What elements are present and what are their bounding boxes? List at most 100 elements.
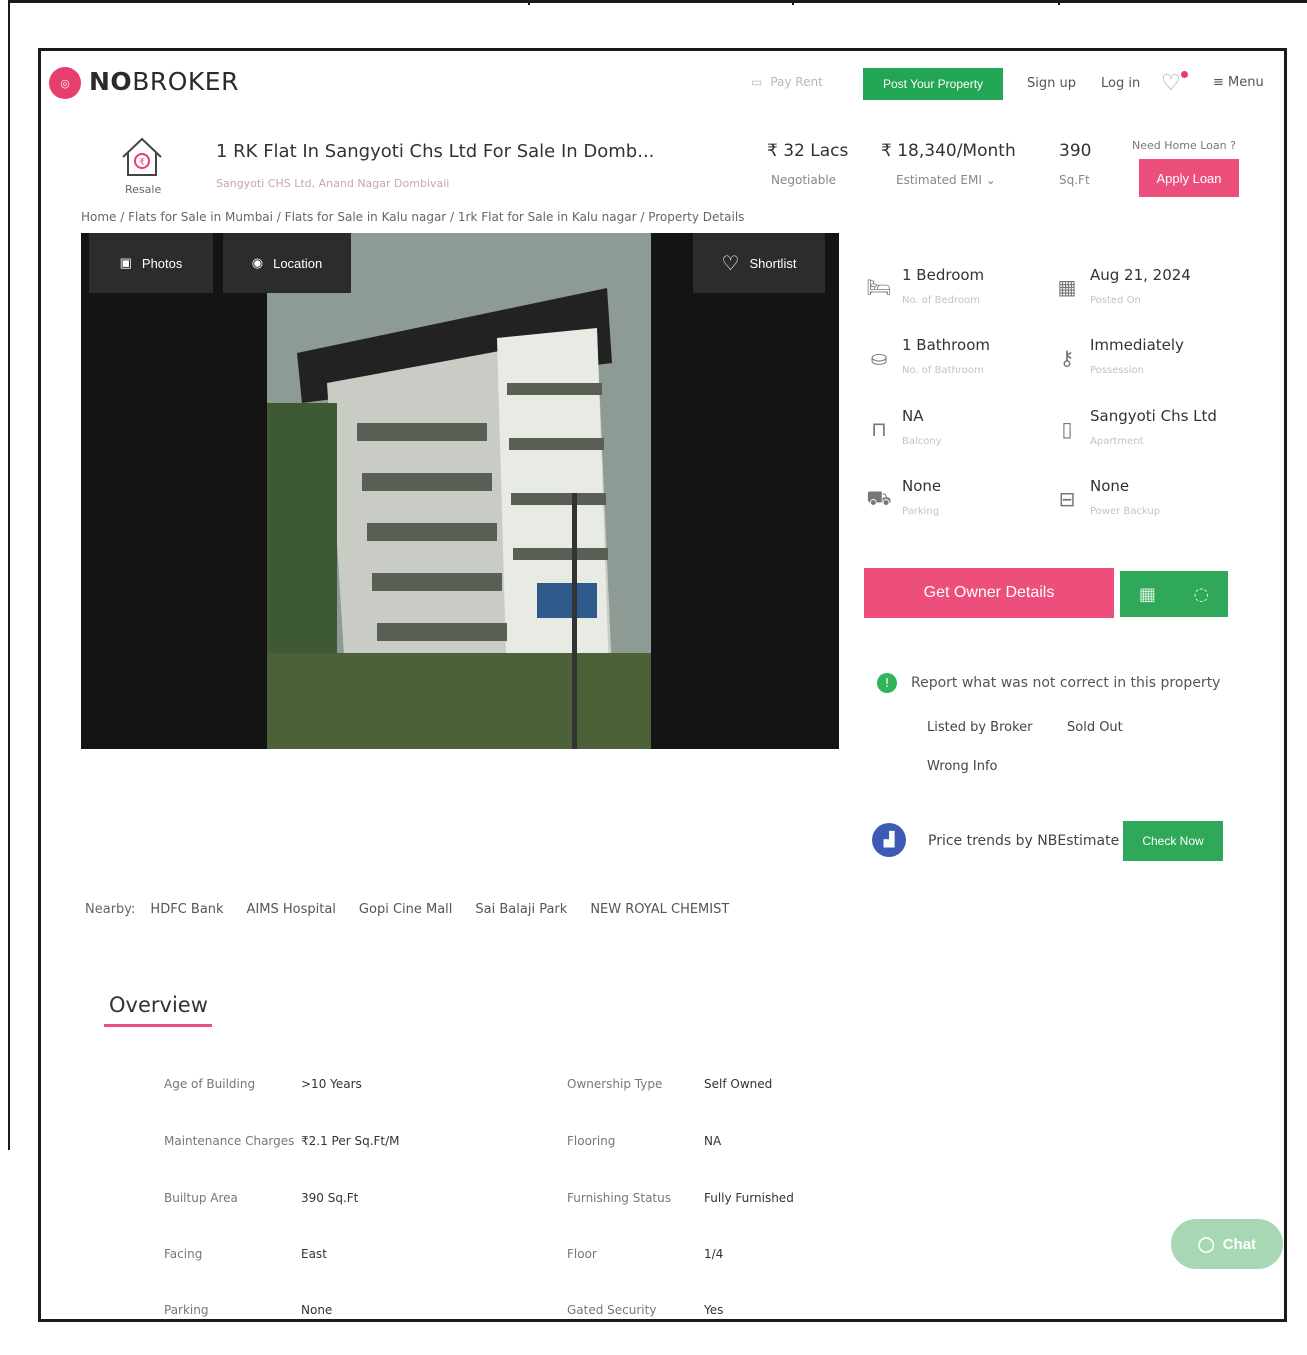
nobroker-logo[interactable]: NOBROKER	[89, 67, 239, 96]
fact-power-value: None	[1090, 477, 1130, 495]
fact-bedroom-label: No. of Bedroom	[902, 295, 980, 306]
ov-label-facing: Facing	[164, 1247, 203, 1261]
nearby-label: Nearby:	[85, 902, 136, 917]
photo-gallery[interactable]: ▣ Photos ◉ Location ♡ Shortlist	[81, 233, 839, 749]
emi-label: Estimated EMI	[896, 173, 982, 187]
apartment-icon: ▯	[1061, 417, 1073, 441]
apply-loan-button[interactable]: Apply Loan	[1139, 159, 1239, 197]
ov-value-furnishing: Fully Furnished	[704, 1191, 794, 1205]
ov-label-furnishing: Furnishing Status	[567, 1191, 671, 1205]
ov-label-age: Age of Building	[164, 1077, 256, 1091]
ov-label-flooring: Flooring	[567, 1134, 616, 1148]
home-loan-question: Need Home Loan ?	[1132, 139, 1236, 152]
ov-value-builtup: 390 Sq.Ft	[301, 1191, 359, 1205]
listing-address: Sangyoti CHS Ltd, Anand Nagar Dombivali	[216, 177, 450, 190]
price-negotiable: Negotiable	[771, 173, 837, 187]
fact-apartment-value: Sangyoti Chs Ltd	[1090, 407, 1217, 425]
scan-frame-top	[8, 0, 1307, 3]
fact-power-label: Power Backup	[1090, 506, 1161, 517]
location-button[interactable]: ◉ Location	[223, 233, 351, 293]
check-now-button[interactable]: Check Now	[1123, 821, 1223, 861]
fact-apartment-label: Apartment	[1090, 436, 1144, 447]
svg-text:₹: ₹	[139, 158, 145, 168]
chevron-down-icon: ⌄	[985, 173, 996, 187]
camera-icon: ▣	[119, 255, 132, 270]
nearby-item[interactable]: Sai Balaji Park	[475, 902, 567, 917]
area-unit: Sq.Ft	[1059, 173, 1090, 187]
shortlist-label: Shortlist	[749, 255, 797, 271]
ov-value-parking: None	[301, 1303, 333, 1317]
browser-page: ◎ NOBROKER ▭ Pay Rent Post Your Property…	[38, 48, 1287, 1322]
schedule-chat-buttons: ▦ ◌	[1120, 571, 1228, 617]
bed-icon: 🛏	[866, 275, 892, 299]
resale-label: Resale	[125, 183, 162, 196]
car-icon: ⛟	[866, 485, 892, 510]
report-tag-wrong-info[interactable]: Wrong Info	[927, 759, 998, 774]
report-row: ! Report what was not correct in this pr…	[877, 673, 1220, 693]
listing-emi: ₹ 18,340/Month	[881, 141, 1016, 161]
chat-label: Chat	[1222, 1235, 1257, 1253]
calendar-icon[interactable]: ▦	[1139, 584, 1156, 605]
nearby-item[interactable]: HDFC Bank	[150, 902, 223, 917]
nobroker-logo-icon[interactable]: ◎	[49, 67, 81, 99]
scan-frame-tick	[528, 0, 530, 5]
ov-value-ownership: Self Owned	[704, 1077, 773, 1091]
menu-label: Menu	[1228, 75, 1264, 90]
bar-chart-icon: ▟	[872, 823, 906, 857]
balcony-icon: ⊓	[871, 417, 887, 441]
ov-label-builtup: Builtup Area	[164, 1191, 238, 1205]
report-tag-listed-by-broker[interactable]: Listed by Broker	[927, 720, 1033, 735]
report-tag-sold-out[interactable]: Sold Out	[1067, 720, 1123, 735]
ov-value-security: Yes	[704, 1303, 724, 1317]
notification-dot	[1181, 71, 1188, 78]
fact-balcony-label: Balcony	[902, 436, 942, 447]
scan-frame-left	[8, 0, 10, 1150]
ov-value-maintenance: ₹2.1 Per Sq.Ft/M	[301, 1134, 400, 1148]
calendar-icon: ▦	[1057, 275, 1077, 299]
nearby-item[interactable]: Gopi Cine Mall	[359, 902, 453, 917]
ov-label-security: Gated Security	[567, 1303, 657, 1317]
fact-posted-label: Posted On	[1090, 295, 1141, 306]
hamburger-icon: ≡	[1213, 75, 1224, 90]
menu-button[interactable]: ≡ Menu	[1213, 75, 1264, 90]
nearby-item[interactable]: NEW ROYAL CHEMIST	[590, 902, 729, 917]
ov-label-floor: Floor	[567, 1247, 597, 1261]
compass-icon: ◉	[251, 255, 264, 270]
pay-rent-link[interactable]: ▭ Pay Rent	[751, 75, 823, 89]
scan-frame-tick	[1058, 0, 1060, 5]
location-label: Location	[273, 255, 323, 271]
site-header: ◎ NOBROKER ▭ Pay Rent Post Your Property…	[41, 51, 1284, 117]
get-owner-details-button[interactable]: Get Owner Details	[864, 568, 1114, 618]
ov-value-flooring: NA	[704, 1134, 722, 1148]
fact-posted-value: Aug 21, 2024	[1090, 266, 1191, 284]
emi-dropdown[interactable]: Estimated EMI ⌄	[896, 173, 996, 187]
shortlist-button[interactable]: ♡ Shortlist	[693, 233, 825, 293]
shortlist-heart-icon[interactable]: ♡	[1161, 71, 1181, 96]
listing-title: 1 RK Flat In Sangyoti Chs Ltd For Sale I…	[216, 141, 655, 162]
fact-parking-label: Parking	[902, 506, 940, 517]
ov-label-parking: Parking	[164, 1303, 209, 1317]
nearby-item[interactable]: AIMS Hospital	[247, 902, 336, 917]
chat-bubble-icon[interactable]: ◌	[1193, 584, 1209, 605]
listing-area: 390	[1059, 141, 1092, 161]
battery-icon: ⊟	[1058, 487, 1076, 511]
chat-bubble-icon: ◯	[1197, 1236, 1215, 1253]
ov-label-maintenance: Maintenance Charges	[164, 1134, 295, 1148]
fact-possession-label: Possession	[1090, 365, 1145, 376]
ov-value-age: >10 Years	[301, 1077, 362, 1091]
breadcrumb[interactable]: Home / Flats for Sale in Mumbai / Flats …	[81, 210, 744, 224]
building-illustration	[267, 233, 651, 749]
fact-bathroom-value: 1 Bathroom	[902, 336, 990, 354]
fact-bathroom-label: No. of Bathroom	[902, 365, 984, 376]
photos-button[interactable]: ▣ Photos	[89, 233, 213, 293]
ov-value-floor: 1/4	[704, 1247, 724, 1261]
resale-house-icon: ₹	[122, 137, 162, 176]
exclamation-icon: !	[877, 673, 897, 693]
overview-underline	[104, 1024, 212, 1027]
sign-up-link[interactable]: Sign up	[1027, 76, 1076, 91]
post-property-button[interactable]: Post Your Property	[863, 68, 1003, 100]
chat-button[interactable]: ◯ Chat	[1171, 1219, 1283, 1269]
log-in-link[interactable]: Log in	[1101, 76, 1140, 91]
heart-icon: ♡	[721, 252, 740, 275]
property-photo[interactable]	[267, 233, 651, 749]
